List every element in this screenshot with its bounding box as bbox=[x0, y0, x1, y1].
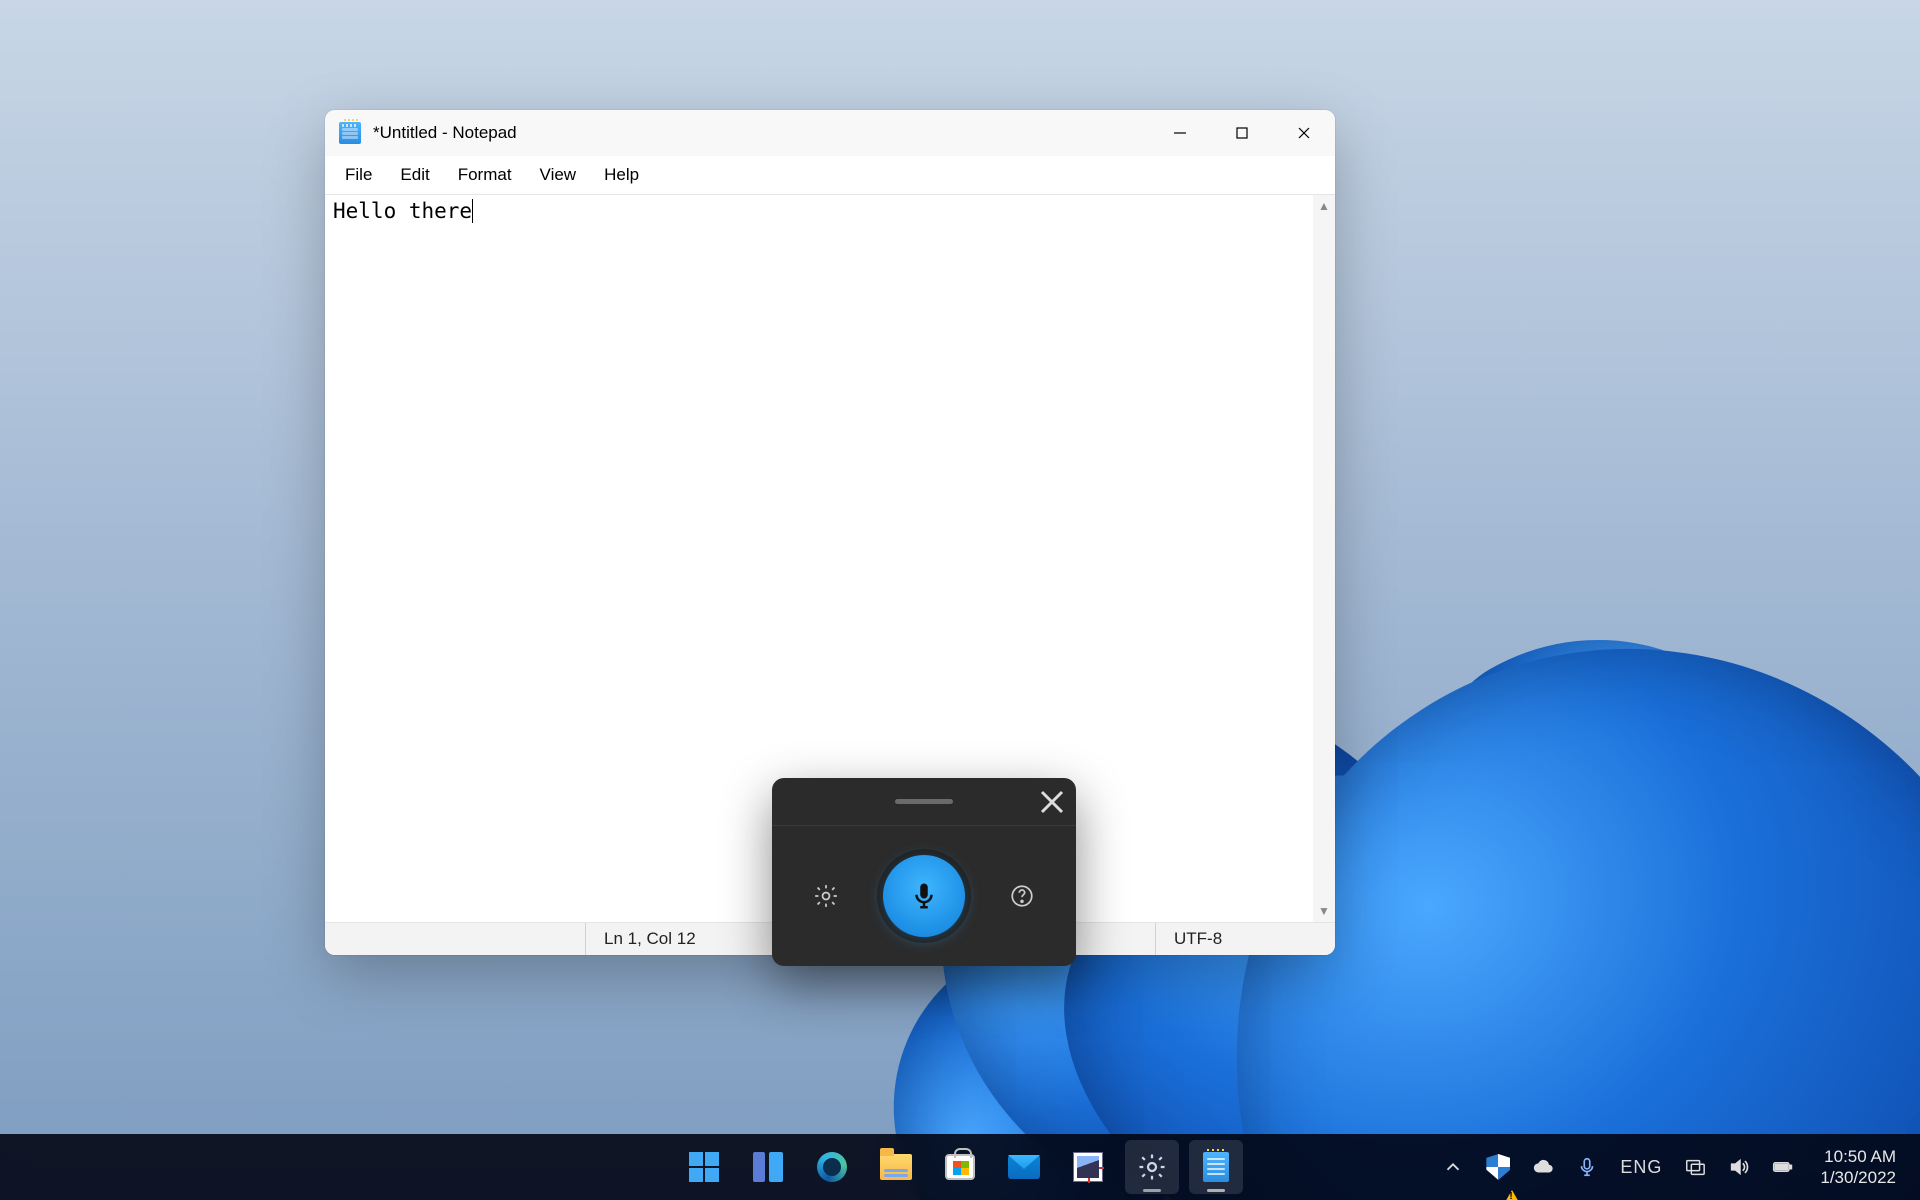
desktop: *Untitled - Notepad File Edit Format Vie… bbox=[0, 0, 1920, 1200]
window-controls bbox=[1149, 110, 1335, 156]
voice-settings-button[interactable] bbox=[804, 874, 848, 918]
notepad-app-icon bbox=[339, 122, 361, 144]
status-encoding: UTF-8 bbox=[1155, 923, 1335, 955]
taskbar-pinned-apps bbox=[677, 1134, 1243, 1200]
store-icon bbox=[945, 1154, 975, 1180]
taskbar: ENG 10:50 AM 1/30/2022 bbox=[0, 1134, 1920, 1200]
tray-overflow-button[interactable] bbox=[1436, 1134, 1470, 1200]
tray-volume[interactable] bbox=[1722, 1134, 1756, 1200]
menu-view[interactable]: View bbox=[526, 159, 591, 191]
windows-logo-icon bbox=[689, 1152, 719, 1182]
text-caret bbox=[472, 199, 473, 223]
file-explorer-button[interactable] bbox=[869, 1140, 923, 1194]
mail-icon bbox=[1008, 1155, 1040, 1179]
microsoft-store-button[interactable] bbox=[933, 1140, 987, 1194]
notepad-icon bbox=[1203, 1152, 1229, 1182]
close-icon bbox=[1038, 788, 1066, 816]
minimize-icon bbox=[1173, 126, 1187, 140]
start-button[interactable] bbox=[677, 1140, 731, 1194]
help-icon bbox=[1009, 883, 1035, 909]
voice-typing-panel[interactable] bbox=[772, 778, 1076, 966]
settings-button[interactable] bbox=[1125, 1140, 1179, 1194]
tray-microphone[interactable] bbox=[1570, 1134, 1604, 1200]
tray-battery[interactable] bbox=[1766, 1134, 1800, 1200]
shield-icon bbox=[1486, 1154, 1510, 1180]
menu-file[interactable]: File bbox=[331, 159, 386, 191]
voice-panel-header[interactable] bbox=[772, 778, 1076, 826]
voice-close-button[interactable] bbox=[1038, 788, 1066, 816]
scroll-up-arrow[interactable]: ▲ bbox=[1318, 199, 1330, 213]
taskbar-clock[interactable]: 10:50 AM 1/30/2022 bbox=[1810, 1146, 1906, 1189]
notepad-menubar: File Edit Format View Help bbox=[325, 156, 1335, 194]
close-icon bbox=[1297, 126, 1311, 140]
microphone-icon bbox=[909, 881, 939, 911]
voice-panel-body bbox=[772, 826, 1076, 966]
task-view-button[interactable] bbox=[741, 1140, 795, 1194]
volume-icon bbox=[1728, 1156, 1750, 1178]
text-content: Hello there bbox=[333, 199, 472, 223]
menu-format[interactable]: Format bbox=[444, 159, 526, 191]
network-icon bbox=[1684, 1156, 1706, 1178]
warning-badge-icon bbox=[1504, 1190, 1520, 1200]
battery-icon bbox=[1772, 1156, 1794, 1178]
vertical-scrollbar[interactable]: ▲ ▼ bbox=[1313, 195, 1335, 922]
menu-help[interactable]: Help bbox=[590, 159, 653, 191]
taskbar-system-tray: ENG 10:50 AM 1/30/2022 bbox=[1436, 1134, 1920, 1200]
tray-windows-security[interactable] bbox=[1480, 1134, 1516, 1200]
mail-button[interactable] bbox=[997, 1140, 1051, 1194]
menu-edit[interactable]: Edit bbox=[386, 159, 443, 191]
maximize-button[interactable] bbox=[1211, 110, 1273, 156]
task-view-icon bbox=[753, 1152, 783, 1182]
voice-microphone-button[interactable] bbox=[883, 855, 965, 937]
scroll-down-arrow[interactable]: ▼ bbox=[1318, 904, 1330, 918]
close-button[interactable] bbox=[1273, 110, 1335, 156]
cloud-icon bbox=[1532, 1156, 1554, 1178]
tray-onedrive[interactable] bbox=[1526, 1134, 1560, 1200]
folder-icon bbox=[880, 1154, 912, 1180]
window-title: *Untitled - Notepad bbox=[373, 123, 517, 143]
maximize-icon bbox=[1235, 126, 1249, 140]
tray-network[interactable] bbox=[1678, 1134, 1712, 1200]
clock-date: 1/30/2022 bbox=[1820, 1167, 1896, 1188]
edge-icon bbox=[817, 1152, 847, 1182]
edge-button[interactable] bbox=[805, 1140, 859, 1194]
drag-handle[interactable] bbox=[895, 799, 953, 804]
notepad-taskbar-button[interactable] bbox=[1189, 1140, 1243, 1194]
tray-language-indicator[interactable]: ENG bbox=[1614, 1134, 1668, 1200]
voice-help-button[interactable] bbox=[1000, 874, 1044, 918]
snip-icon bbox=[1073, 1152, 1103, 1182]
minimize-button[interactable] bbox=[1149, 110, 1211, 156]
status-cell-empty bbox=[325, 923, 585, 955]
clock-time: 10:50 AM bbox=[1820, 1146, 1896, 1167]
notepad-titlebar[interactable]: *Untitled - Notepad bbox=[325, 110, 1335, 156]
gear-icon bbox=[1137, 1152, 1167, 1182]
gear-icon bbox=[813, 883, 839, 909]
snipping-tool-button[interactable] bbox=[1061, 1140, 1115, 1194]
chevron-up-icon bbox=[1442, 1156, 1464, 1178]
microphone-icon bbox=[1576, 1156, 1598, 1178]
